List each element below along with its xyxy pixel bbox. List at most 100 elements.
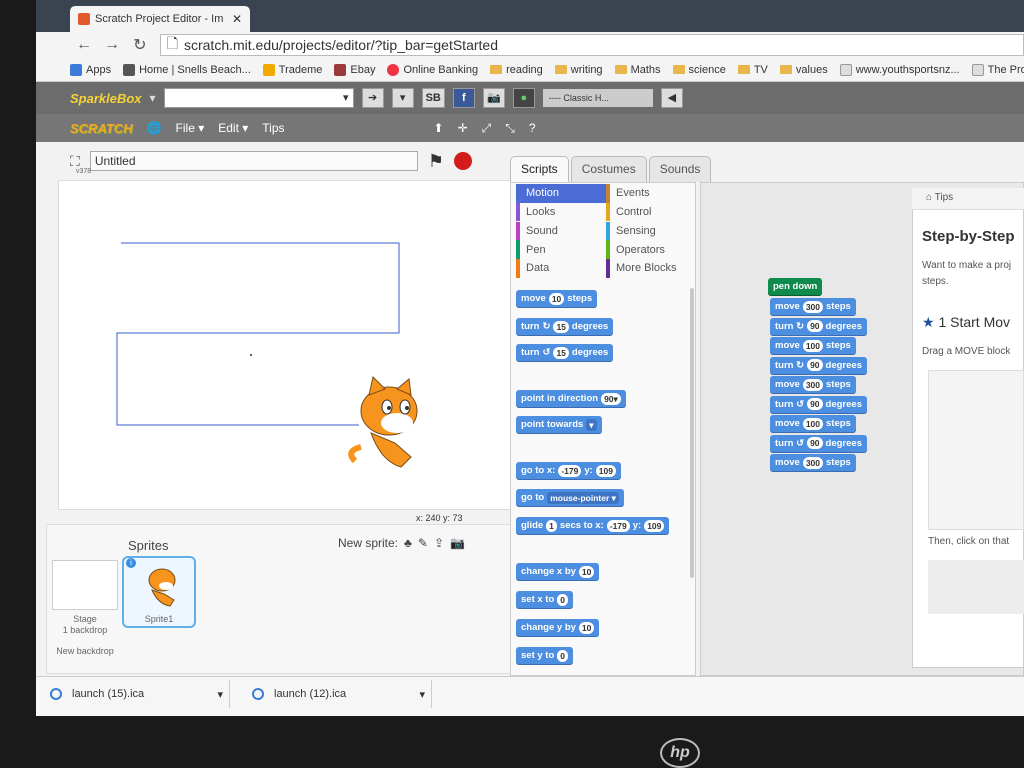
bookmark-youthsports[interactable]: www.youthsportsnz... — [839, 63, 960, 76]
project-title-input[interactable]: Untitled — [89, 151, 418, 171]
globe-icon[interactable]: 🌐 — [147, 121, 162, 135]
volume-icon[interactable]: ◀ — [660, 88, 683, 108]
bookmark-writing[interactable]: writing — [554, 64, 603, 76]
block-turn-left[interactable]: turn ↺ 15 degrees — [516, 344, 614, 361]
play-icon[interactable]: ● — [512, 88, 535, 108]
category-sensing[interactable]: Sensing — [606, 221, 692, 241]
stage-thumbnail[interactable] — [52, 560, 118, 610]
category-control[interactable]: Control — [606, 202, 692, 222]
bookmark-reading[interactable]: reading — [490, 64, 543, 76]
info-icon[interactable]: i — [126, 558, 136, 568]
bookmark-maths[interactable]: Maths — [614, 64, 661, 76]
bookmark-home[interactable]: Home | Snells Beach... — [123, 63, 251, 76]
sprites-header: Sprites — [128, 538, 169, 553]
presentation-mode-icon[interactable]: ⛶ — [70, 153, 80, 170]
script-block-move[interactable]: move 100 steps — [770, 415, 856, 432]
sb-button[interactable]: SB — [421, 88, 445, 108]
block-point-in-direction[interactable]: point in direction 90▾ — [516, 390, 626, 407]
folder-icon — [672, 65, 685, 74]
block-change-y[interactable]: change y by 10 — [516, 619, 600, 636]
category-events[interactable]: Events — [606, 184, 692, 203]
block-move[interactable]: move 10 steps — [516, 290, 598, 307]
green-flag-icon[interactable]: ⚑ — [428, 151, 444, 172]
script-block-move[interactable]: move 300 steps — [770, 298, 856, 315]
script-block-move[interactable]: move 300 steps — [770, 376, 856, 393]
script-block-turn[interactable]: turn ↺ 90 degrees — [770, 395, 867, 413]
category-operators[interactable]: Operators — [606, 240, 692, 259]
duplicate-icon[interactable]: ⬆ — [434, 121, 444, 135]
url-field[interactable]: 🗋 scratch.mit.edu/projects/editor/?tip_ba… — [159, 34, 1024, 56]
cut-icon[interactable]: ✛ — [458, 121, 468, 135]
facebook-icon[interactable]: f — [452, 88, 475, 108]
category-more-blocks[interactable]: More Blocks — [606, 259, 692, 278]
paint-brush-icon[interactable]: ✎ — [418, 536, 428, 550]
tab-title: Scratch Project Editor - Im — [95, 13, 224, 25]
block-go-to-xy[interactable]: go to x: -179 y: 109 — [516, 462, 621, 479]
camera-icon[interactable]: 📷 — [450, 536, 465, 550]
bookmark-online-banking[interactable]: Online Banking — [387, 63, 478, 76]
folder-icon — [737, 65, 750, 74]
script-pen-down[interactable]: pen down — [768, 278, 823, 295]
category-data[interactable]: Data — [516, 259, 606, 278]
tab-sounds[interactable]: Sounds — [648, 156, 712, 182]
sparklebox-logo[interactable]: SparkleBox — [70, 91, 142, 106]
home-icon[interactable]: ⌂ — [926, 192, 935, 203]
back-icon[interactable]: ← — [76, 36, 92, 54]
bookmark-trademe[interactable]: Trademe — [262, 63, 322, 76]
go-button[interactable]: ➔ — [361, 88, 384, 108]
script-block-move[interactable]: move 100 steps — [770, 337, 856, 354]
bookmark-ebay[interactable]: Ebay — [334, 63, 375, 76]
upload-icon[interactable]: ⇪ — [434, 536, 444, 550]
help-icon[interactable]: ? — [529, 121, 536, 135]
block-go-to[interactable]: go to mouse-pointer ▾ — [516, 489, 624, 506]
folder-icon — [779, 65, 792, 74]
extension-toolbar: SparkleBox ▾ ➔ ▾ SB f 📷 ● ---- Classic H… — [36, 82, 1024, 114]
sprite-library-icon[interactable]: ♣ — [404, 536, 412, 550]
toolbar-dropdown-button[interactable]: ▾ — [391, 88, 414, 108]
block-set-x[interactable]: set x to 0 — [516, 591, 573, 608]
bookmark-values[interactable]: values — [779, 64, 828, 76]
menu-tips[interactable]: Tips — [262, 121, 284, 135]
category-looks[interactable]: Looks — [516, 202, 606, 222]
close-tab-icon[interactable]: ✕ — [232, 12, 242, 26]
download-item[interactable]: launch (15).ica ▾ — [40, 680, 230, 708]
bookmark-apps[interactable]: Apps — [70, 63, 111, 76]
block-change-x[interactable]: change x by 10 — [516, 563, 600, 580]
shrink-icon[interactable]: ⤡ — [505, 121, 515, 136]
camera-icon[interactable]: 📷 — [482, 88, 505, 108]
classic-select[interactable]: ---- Classic H... — [542, 89, 653, 107]
palette-scrollbar[interactable] — [690, 288, 694, 578]
scratch-logo[interactable]: SCRATCH — [70, 121, 133, 136]
sparklebox-search[interactable] — [163, 88, 354, 108]
grow-icon[interactable]: ⤢ — [482, 121, 492, 136]
forward-icon[interactable]: → — [104, 36, 120, 54]
script-block-move[interactable]: move 300 steps — [770, 454, 856, 471]
download-item[interactable]: launch (12).ica ▾ — [242, 680, 432, 708]
chevron-down-icon[interactable]: ▾ — [217, 688, 229, 701]
bookmark-pro[interactable]: The Pro Tr — [971, 63, 1024, 76]
script-block-turn[interactable]: turn ↺ 90 degrees — [770, 434, 867, 452]
script-block-turn[interactable]: turn ↻ 90 degrees — [770, 317, 867, 335]
script-block-turn[interactable]: turn ↻ 90 degrees — [770, 356, 867, 374]
chevron-down-icon[interactable]: ▾ — [419, 688, 431, 701]
block-glide[interactable]: glide 1 secs to x: -179 y: 109 — [516, 517, 670, 534]
stage[interactable] — [58, 180, 544, 510]
tips-then-text: Then, click on that — [928, 536, 1010, 547]
tab-costumes[interactable]: Costumes — [570, 156, 647, 182]
stop-icon[interactable] — [453, 152, 472, 170]
tab-scripts[interactable]: Scripts — [510, 156, 569, 182]
browser-tab[interactable]: Scratch Project Editor - Im ✕ — [70, 6, 250, 32]
reload-icon[interactable]: ↻ — [132, 35, 148, 55]
menu-file[interactable]: File ▾ — [176, 121, 205, 135]
bookmark-science[interactable]: science — [672, 64, 726, 76]
sparklebox-dropdown-icon[interactable]: ▾ — [150, 91, 156, 105]
editor-tabs: Scripts Costumes Sounds — [510, 152, 1024, 182]
category-sound[interactable]: Sound — [516, 221, 606, 241]
category-pen[interactable]: Pen — [516, 240, 606, 259]
category-motion[interactable]: Motion — [516, 184, 606, 203]
block-set-y[interactable]: set y to 0 — [516, 647, 573, 664]
menu-edit[interactable]: Edit ▾ — [218, 121, 248, 135]
block-turn-right[interactable]: turn ↻ 15 degrees — [516, 318, 614, 335]
block-point-towards[interactable]: point towards ▾ — [516, 416, 602, 433]
bookmark-tv[interactable]: TV — [737, 64, 768, 76]
